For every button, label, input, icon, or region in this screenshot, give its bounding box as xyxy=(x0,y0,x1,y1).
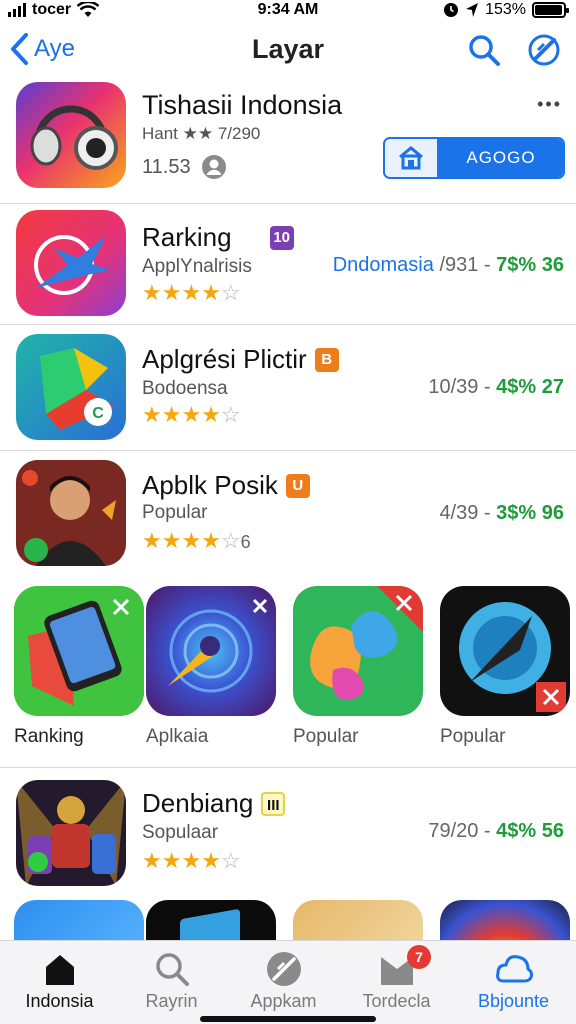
featured-size: 11.53 xyxy=(142,155,191,178)
app-icon-partial[interactable] xyxy=(14,900,144,945)
user-icon xyxy=(201,155,226,179)
portrait-app-icon[interactable] xyxy=(16,460,126,566)
tab-appkam[interactable]: Appkam xyxy=(226,949,341,1012)
app-name[interactable]: Apblk Posik U xyxy=(142,470,310,501)
battery-icon xyxy=(532,2,569,18)
list-item[interactable]: Denbiang III Sopulaar ★★★★☆ 79/20 - 4$% … xyxy=(0,778,576,890)
app-subtitle: Bodoensa xyxy=(142,378,228,399)
grid-item-aplkaia[interactable]: Aplkaia xyxy=(146,586,276,748)
compose-icon[interactable] xyxy=(526,32,562,68)
maps-app-icon[interactable]: C xyxy=(16,334,126,440)
app-subtitle: Sopulaar xyxy=(142,822,219,843)
divider xyxy=(0,203,576,204)
app-name[interactable]: Rarking 10 xyxy=(142,222,294,253)
notification-badge: 7 xyxy=(407,945,431,969)
app-badge: B xyxy=(314,347,339,372)
grid-item-popular-2[interactable]: Popular xyxy=(440,586,570,748)
app-icon-partial[interactable] xyxy=(146,900,276,945)
list-item[interactable]: Rarking 10 ApplYnalrisis ★★★★☆ Dndomasia… xyxy=(0,210,576,320)
app-meta: 10/39 - 4$% 27 xyxy=(428,376,564,398)
location-icon xyxy=(466,3,479,17)
grid-label: Ranking xyxy=(14,726,84,747)
app-badge: U xyxy=(285,473,310,498)
alarm-icon xyxy=(444,3,459,17)
search-icon[interactable] xyxy=(466,32,502,68)
star-rating: ★★★★☆ xyxy=(142,280,241,305)
shapes-app-icon[interactable] xyxy=(293,586,423,716)
list-item[interactable]: Apblk Posik U Popular ★★★★☆6 4/39 - 3$% … xyxy=(0,458,576,574)
phone-app-icon[interactable] xyxy=(14,586,144,716)
tab-bar: Indonsia Rayrin Appkam 7 Tordecla Bbjoun… xyxy=(0,940,576,1024)
featured-app-name[interactable]: Tishasii Indonsia xyxy=(142,90,342,121)
star-rating: ★★★★☆ xyxy=(142,848,241,873)
bird-app-icon[interactable] xyxy=(16,210,126,316)
star-rating: ★★★★☆6 xyxy=(142,528,251,553)
partial-app-row xyxy=(0,900,576,945)
app-name[interactable]: Aplgrési Plictir B xyxy=(142,344,339,375)
home-indicator xyxy=(200,1016,376,1022)
app-name[interactable]: Denbiang III xyxy=(142,788,286,819)
featured-size-row: 11.53 xyxy=(142,154,227,180)
tab-tordecla[interactable]: 7 Tordecla xyxy=(339,945,454,1012)
tab-label: Bbjounte xyxy=(477,991,550,1011)
grid-label: Popular xyxy=(293,726,359,747)
get-button[interactable]: AGOGO xyxy=(383,137,565,179)
orb-app-icon[interactable] xyxy=(146,586,276,716)
featured-rating: Hant ★★ 7/290 xyxy=(142,124,261,143)
app-subtitle: ApplYnalrisis xyxy=(142,256,252,277)
more-options-button[interactable]: ••• xyxy=(537,94,562,115)
navigation-bar: Aye Layar xyxy=(0,28,576,74)
app-meta: 79/20 - 4$% 56 xyxy=(428,820,564,842)
grid-label: Aplkaia xyxy=(146,726,209,747)
app-badge: 10 xyxy=(269,225,294,250)
divider xyxy=(0,324,576,325)
tab-label: Appkam xyxy=(250,991,317,1011)
divider xyxy=(0,450,576,451)
svg-text:C: C xyxy=(92,405,104,422)
search-icon xyxy=(155,953,189,986)
headphones-app-icon[interactable] xyxy=(16,82,126,188)
featured-app-row[interactable]: Tishasii Indonsia Hant ★★ 7/290 11.53 ••… xyxy=(0,80,576,202)
app-meta: 4/39 - 3$% 96 xyxy=(439,502,564,524)
tab-label: Indonsia xyxy=(25,991,94,1011)
tab-label: Tordecla xyxy=(362,991,431,1011)
tab-indonsia[interactable]: Indonsia xyxy=(2,949,117,1012)
app-icon-partial[interactable] xyxy=(293,900,423,945)
home-icon xyxy=(385,139,439,177)
app-grid: Ranking Aplkaia Popular Popular xyxy=(0,586,576,756)
app-icon-partial[interactable] xyxy=(440,900,570,945)
divider xyxy=(0,767,576,768)
arrow-app-icon[interactable] xyxy=(440,586,570,716)
grid-label: Popular xyxy=(440,726,506,747)
app-meta: Dndomasia /931 - 7$% 36 xyxy=(332,254,564,276)
game-app-icon[interactable] xyxy=(16,780,126,886)
grid-item-ranking[interactable]: Ranking xyxy=(14,586,144,748)
tab-label: Rayrin xyxy=(145,991,198,1011)
battery-percent: 153% xyxy=(485,1,526,18)
status-bar: tocer 9:34 AM 153% xyxy=(0,0,576,24)
app-badge: III xyxy=(261,791,286,816)
cloud-icon xyxy=(495,955,533,983)
grid-item-popular-1[interactable]: Popular xyxy=(293,586,423,748)
app-subtitle: Popular xyxy=(142,502,208,523)
star-rating: ★★★★☆ xyxy=(142,402,241,427)
list-item[interactable]: C Aplgrési Plictir B Bodoensa ★★★★☆ 10/3… xyxy=(0,332,576,442)
home-icon xyxy=(45,955,74,985)
get-button-label: AGOGO xyxy=(439,139,563,177)
tab-bbjounte[interactable]: Bbjounte xyxy=(456,949,571,1012)
tab-rayrin[interactable]: Rayrin xyxy=(114,949,229,1012)
apps-icon xyxy=(266,952,301,986)
